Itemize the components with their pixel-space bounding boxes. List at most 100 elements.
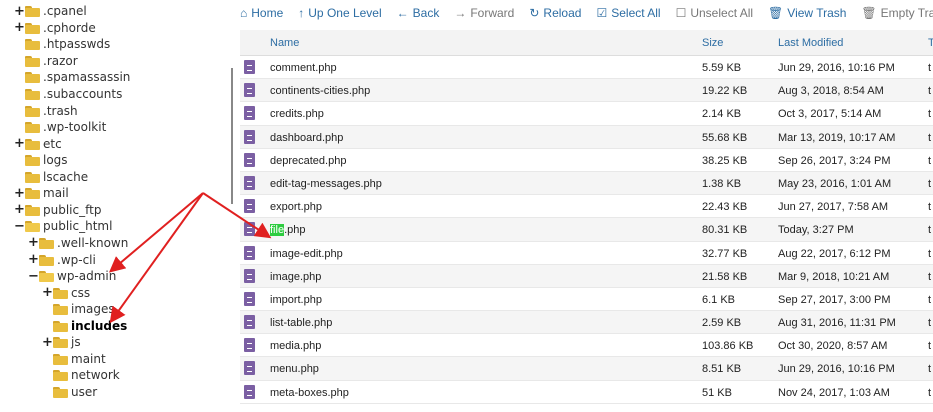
file-type: t [928, 293, 932, 306]
file-name-text: media.php [270, 340, 322, 353]
file-last-modified: Jun 29, 2016, 10:16 PM [778, 62, 895, 74]
table-row[interactable]: dashboard.php 55.68 KB Mar 13, 2019, 10:17… [240, 125, 933, 149]
tree-item-images[interactable]: images [42, 301, 115, 318]
file-name[interactable]: meta-boxes.php [270, 387, 349, 399]
tree-item-label: .htpasswds [43, 37, 111, 52]
expand-icon[interactable]: + [28, 235, 39, 250]
back-button[interactable]: ← Back [397, 6, 440, 20]
tree-item-mail[interactable]: + mail [14, 185, 69, 202]
file-size: 8.51 KB [702, 363, 742, 376]
expand-icon[interactable]: + [14, 20, 25, 35]
home-icon: ⌂ [240, 6, 248, 20]
file-name[interactable]: image.php [270, 271, 321, 283]
column-header-name[interactable]: Name [270, 37, 299, 49]
view-trash-button[interactable]: 🗑 View Trash [768, 6, 846, 20]
file-name[interactable]: continents-cities.php [270, 85, 370, 97]
file-last-modified: Mar 9, 2018, 10:21 AM [778, 270, 890, 283]
table-row[interactable]: image-edit.php 32.77 KB Aug 22, 2017, 6:12… [240, 242, 933, 265]
table-row[interactable]: meta-boxes.php 51 KB Nov 24, 2017, 1:03 AM… [240, 381, 933, 404]
file-name[interactable]: dashboard.php [270, 132, 343, 144]
table-row[interactable]: list-table.php 2.59 KB Aug 31, 2016, 11:31… [240, 311, 933, 335]
expand-icon[interactable]: + [14, 202, 25, 217]
forward-button[interactable]: → Forward [454, 6, 514, 20]
folder-icon [25, 188, 40, 200]
tree-item-maint[interactable]: maint [42, 351, 106, 368]
tree-item-dot-subaccounts[interactable]: .subaccounts [14, 86, 122, 103]
file-name-text: export.php [270, 201, 322, 214]
tree-item-js[interactable]: + js [42, 334, 81, 351]
table-row[interactable]: file.php 80.31 KB Today, 3:27 PM t [240, 218, 933, 242]
expand-icon[interactable]: + [14, 186, 25, 201]
reload-button[interactable]: ↻ Reload [529, 6, 581, 20]
file-name[interactable]: credits.php [270, 108, 324, 120]
tree-item-css[interactable]: + css [42, 284, 90, 301]
table-row[interactable]: export.php 22.43 KB Jun 27, 2017, 7:58 AM t [240, 195, 933, 219]
expand-icon[interactable]: + [14, 4, 25, 19]
file-name[interactable]: import.php [270, 294, 322, 306]
table-row[interactable]: menu.php 8.51 KB Jun 29, 2016, 10:16 PM t [240, 357, 933, 381]
toolbar-button-label: Forward [470, 6, 515, 20]
expand-icon[interactable]: + [42, 285, 53, 300]
table-row[interactable]: import.php 6.1 KB Sep 27, 2017, 3:00 PM t [240, 288, 933, 312]
expand-icon[interactable]: + [28, 252, 39, 267]
tree-item-dot-wp-toolkit[interactable]: .wp-toolkit [14, 119, 106, 136]
folder-icon [25, 22, 40, 34]
table-row[interactable]: comment.php 5.59 KB Jun 29, 2016, 10:16 PM… [240, 56, 933, 80]
file-name[interactable]: comment.php [270, 62, 337, 74]
file-name[interactable]: file.php [270, 224, 306, 237]
home-button[interactable]: ⌂ Home [240, 6, 283, 20]
table-row[interactable]: credits.php 2.14 KB Oct 3, 2017, 5:14 AM t [240, 102, 933, 126]
file-size: 32.77 KB [702, 247, 748, 260]
table-row[interactable]: continents-cities.php 19.22 KB Aug 3, 2018… [240, 79, 933, 103]
tree-item-dot-cpanel[interactable]: + .cpanel [14, 3, 87, 20]
file-name[interactable]: list-table.php [270, 317, 332, 329]
tree-item-dot-well-known[interactable]: + .well-known [28, 235, 128, 252]
tree-item-etc[interactable]: + etc [14, 135, 62, 152]
file-last-modified: Oct 3, 2017, 5:14 AM [778, 108, 882, 121]
file-name[interactable]: media.php [270, 340, 321, 352]
file-name-text: .php [284, 224, 306, 237]
tree-item-dot-trash[interactable]: .trash [14, 102, 78, 119]
collapse-icon[interactable]: − [14, 219, 25, 234]
file-type: t [928, 340, 932, 353]
tree-item-public-ftp[interactable]: + public_ftp [14, 202, 101, 219]
tree-item-dot-htpasswds[interactable]: .htpasswds [14, 36, 110, 53]
empty-trash-button[interactable]: 🗑Empty Trash [861, 6, 933, 20]
tree-item-dot-razor[interactable]: .razor [14, 53, 78, 70]
tree-item-label: network [71, 368, 120, 383]
file-name[interactable]: edit-tag-messages.php [270, 178, 382, 190]
expand-icon[interactable]: + [42, 335, 53, 350]
tree-item-logs[interactable]: logs [14, 152, 68, 169]
tree-item-lscache[interactable]: lscache [14, 169, 88, 186]
expand-icon[interactable]: + [14, 136, 25, 151]
tree-item-wp-admin[interactable]: − wp-admin [28, 268, 116, 285]
file-size: 21.58 KB [702, 270, 748, 283]
table-row[interactable]: deprecated.php 38.25 KB Sep 26, 2017, 3:24… [240, 149, 933, 172]
table-row[interactable]: edit-tag-messages.php 1.38 KB May 23, 2016… [240, 171, 933, 196]
file-type: t [928, 177, 932, 190]
table-row[interactable]: media.php 103.86 KB Oct 30, 2020, 8:57 AM t [240, 334, 933, 358]
file-name[interactable]: image-edit.php [270, 248, 343, 260]
unselect-all-button[interactable]: ☐ Unselect All [676, 6, 753, 20]
file-name-text: menu.php [270, 363, 319, 376]
tree-item-dot-wp-cli[interactable]: + .wp-cli [28, 251, 96, 268]
tree-item-dot-spamassassin[interactable]: .spamassassin [14, 69, 130, 86]
tree-item-dot-cphorde[interactable]: + .cphorde [14, 20, 96, 37]
up-one-level-button[interactable]: ↑ Up One Level [298, 6, 381, 20]
tree-item-includes[interactable]: includes [42, 317, 127, 334]
tree-item-network[interactable]: network [42, 367, 120, 384]
select-all-button[interactable]: ☑ Select All [596, 6, 660, 20]
tree-item-user[interactable]: user [42, 384, 97, 401]
column-header-type[interactable]: T [928, 37, 933, 49]
file-name[interactable]: menu.php [270, 363, 319, 375]
folder-icon [25, 204, 40, 216]
column-header-size[interactable]: Size [702, 37, 723, 49]
file-name[interactable]: deprecated.php [270, 155, 346, 167]
table-row[interactable]: image.php 21.58 KB Mar 9, 2018, 10:21 AM t [240, 264, 933, 288]
file-type: t [928, 201, 932, 214]
tree-scrollbar[interactable] [231, 68, 233, 204]
column-header-last-modified[interactable]: Last Modified [778, 37, 843, 49]
collapse-icon[interactable]: − [28, 269, 39, 284]
file-name[interactable]: export.php [270, 201, 322, 213]
tree-item-public-html[interactable]: − public_html [14, 218, 112, 235]
